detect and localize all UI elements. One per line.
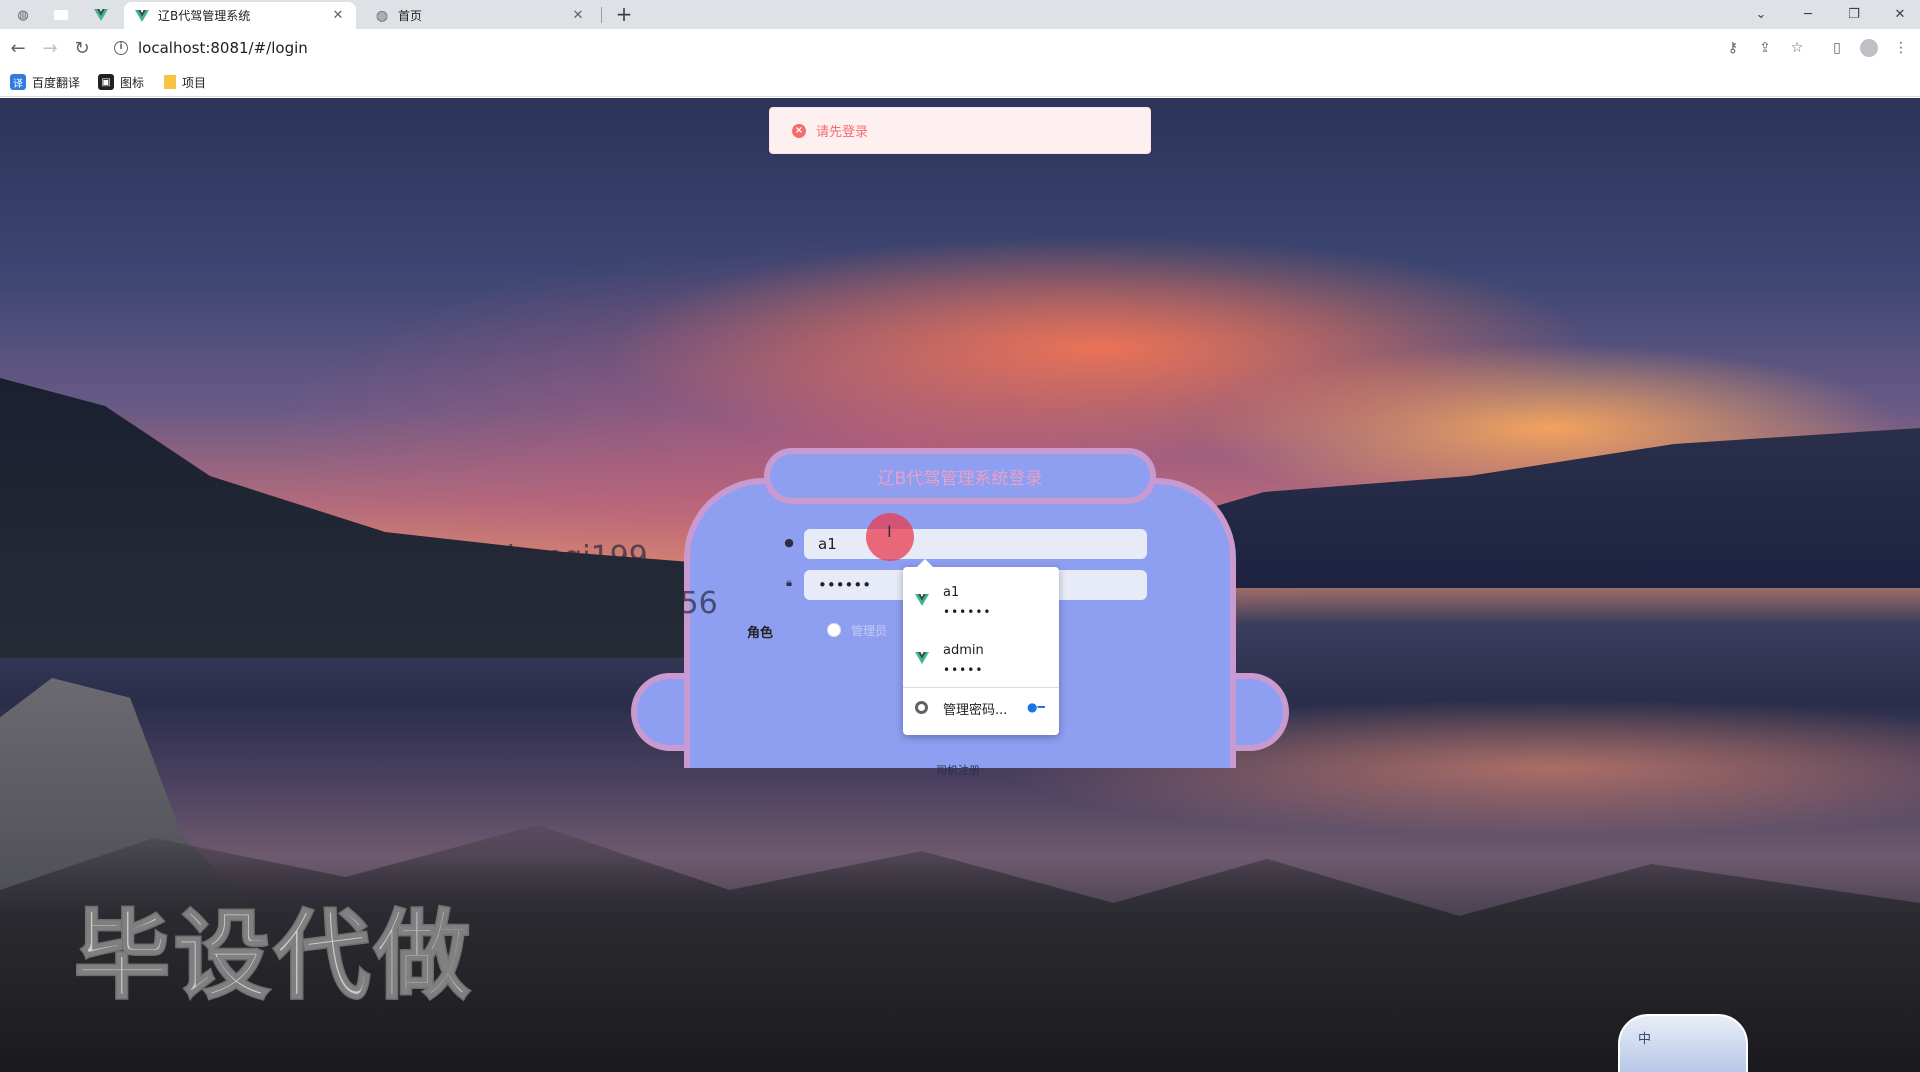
tab-strip: ◍ 辽B代驾管理系统 ✕ ◍ 首页 ✕ + ⌄ ─ ❐ ✕ — [0, 0, 1920, 29]
tab-home[interactable]: ◍ 首页 ✕ — [364, 2, 596, 29]
role-label: 角色 — [747, 626, 774, 641]
driver-register-link[interactable]: 司机注册 — [936, 762, 980, 778]
url-text: localhost:8081/#/login — [138, 39, 308, 57]
user-icon: ● — [784, 535, 794, 549]
ime-mode-label: 中 — [1638, 1032, 1652, 1047]
tab-title: 辽B代驾管理系统 — [158, 9, 251, 23]
autofill-item[interactable]: a1 •••••• — [903, 573, 1059, 627]
blank-page-icon — [54, 10, 68, 20]
minimize-icon[interactable]: ─ — [1785, 0, 1831, 29]
vue-logo-icon — [94, 9, 108, 21]
reload-icon[interactable]: ↻ — [68, 34, 96, 62]
image-icon: ▣ — [98, 74, 114, 90]
browser-toolbar: ← → ↻ i localhost:8081/#/login ⚷ ⇪ ☆ ▯ ⋮ — [0, 29, 1920, 67]
username-input[interactable] — [804, 529, 1147, 559]
text-cursor-icon: I — [887, 522, 892, 541]
watermark-big-text: 毕设代做 — [73, 899, 474, 1014]
role-radio-label: 管理员 — [851, 624, 888, 638]
login-title: 辽B代驾管理系统登录 — [877, 468, 1043, 489]
autofill-username: admin — [943, 643, 984, 658]
bookmark-item[interactable]: ▣ 图标 — [98, 73, 144, 91]
share-icon[interactable]: ⇪ — [1754, 37, 1776, 59]
profile-avatar-icon[interactable] — [1858, 37, 1880, 59]
window-close-icon[interactable]: ✕ — [1877, 0, 1920, 29]
menu-kebab-icon[interactable]: ⋮ — [1890, 37, 1912, 59]
chrome-logo-icon — [915, 701, 928, 714]
watermark-git: git:chenqi199 — [441, 540, 648, 575]
side-panel-icon[interactable]: ▯ — [1826, 37, 1848, 59]
new-tab-button[interactable]: + — [612, 3, 636, 27]
key-icon: ●━ — [1027, 700, 1045, 714]
pinned-tab-vue[interactable] — [88, 4, 114, 26]
back-arrow-icon[interactable]: ← — [4, 34, 32, 62]
autofill-username: a1 — [943, 585, 960, 600]
bookmark-star-icon[interactable]: ☆ — [1786, 37, 1808, 59]
vue-logo-icon — [134, 8, 150, 24]
role-radio-admin[interactable] — [827, 623, 841, 637]
address-bar[interactable]: i localhost:8081/#/login — [104, 33, 1720, 63]
translate-icon: 译 — [10, 74, 26, 90]
forward-arrow-icon[interactable]: → — [36, 34, 64, 62]
tab-separator — [601, 7, 602, 23]
login-card-header: 辽B代驾管理系统登录 — [764, 448, 1156, 504]
restore-icon[interactable]: ❐ — [1831, 0, 1877, 29]
error-alert: × 请先登录 — [769, 107, 1151, 154]
bookmarks-bar: 译 百度翻译 ▣ 图标 项目 — [0, 67, 1920, 97]
manage-passwords-item[interactable]: 管理密码... ●━ — [903, 687, 1059, 727]
lock-icon: 🔒︎ — [786, 576, 792, 589]
bookmark-label: 图标 — [120, 75, 145, 90]
close-icon[interactable]: ✕ — [330, 8, 346, 23]
error-circle-icon: × — [792, 123, 806, 138]
autofill-password: •••••• — [943, 605, 992, 619]
globe-icon: ◍ — [17, 7, 29, 23]
autofill-item[interactable]: admin ••••• — [903, 631, 1059, 685]
bookmark-label: 百度翻译 — [32, 75, 81, 90]
password-key-icon[interactable]: ⚷ — [1722, 37, 1744, 59]
bookmark-item[interactable]: 译 百度翻译 — [10, 73, 80, 91]
pinned-tab-blank[interactable] — [48, 4, 74, 26]
site-info-icon[interactable]: i — [114, 41, 128, 55]
vue-logo-icon — [915, 594, 929, 606]
globe-icon: ◍ — [375, 7, 389, 24]
vue-logo-icon — [915, 652, 929, 664]
watermark-wechat: v x:chen_q123456 — [441, 586, 718, 621]
bookmark-label: 项目 — [182, 75, 207, 90]
ime-widget[interactable]: 中 — [1618, 1014, 1748, 1072]
alert-message: 请先登录 — [816, 125, 869, 140]
tab-search-icon[interactable]: ⌄ — [1738, 0, 1784, 29]
manage-passwords-label: 管理密码... — [943, 703, 1008, 718]
login-page: × 请先登录 辽B代驾管理系统登录 ● 🔒︎ I 角色 管理员 司机注册 a1 … — [0, 98, 1920, 1072]
tab-admin-system[interactable]: 辽B代驾管理系统 ✕ — [124, 2, 356, 29]
pinned-tab-globe[interactable]: ◍ — [10, 4, 36, 26]
close-icon[interactable]: ✕ — [570, 8, 586, 23]
autofill-password: ••••• — [943, 663, 984, 677]
tab-title: 首页 — [398, 9, 423, 23]
autofill-dropdown: a1 •••••• admin ••••• 管理密码... ●━ — [903, 559, 1059, 735]
folder-icon — [164, 75, 176, 89]
bookmark-item[interactable]: 项目 — [164, 73, 206, 91]
